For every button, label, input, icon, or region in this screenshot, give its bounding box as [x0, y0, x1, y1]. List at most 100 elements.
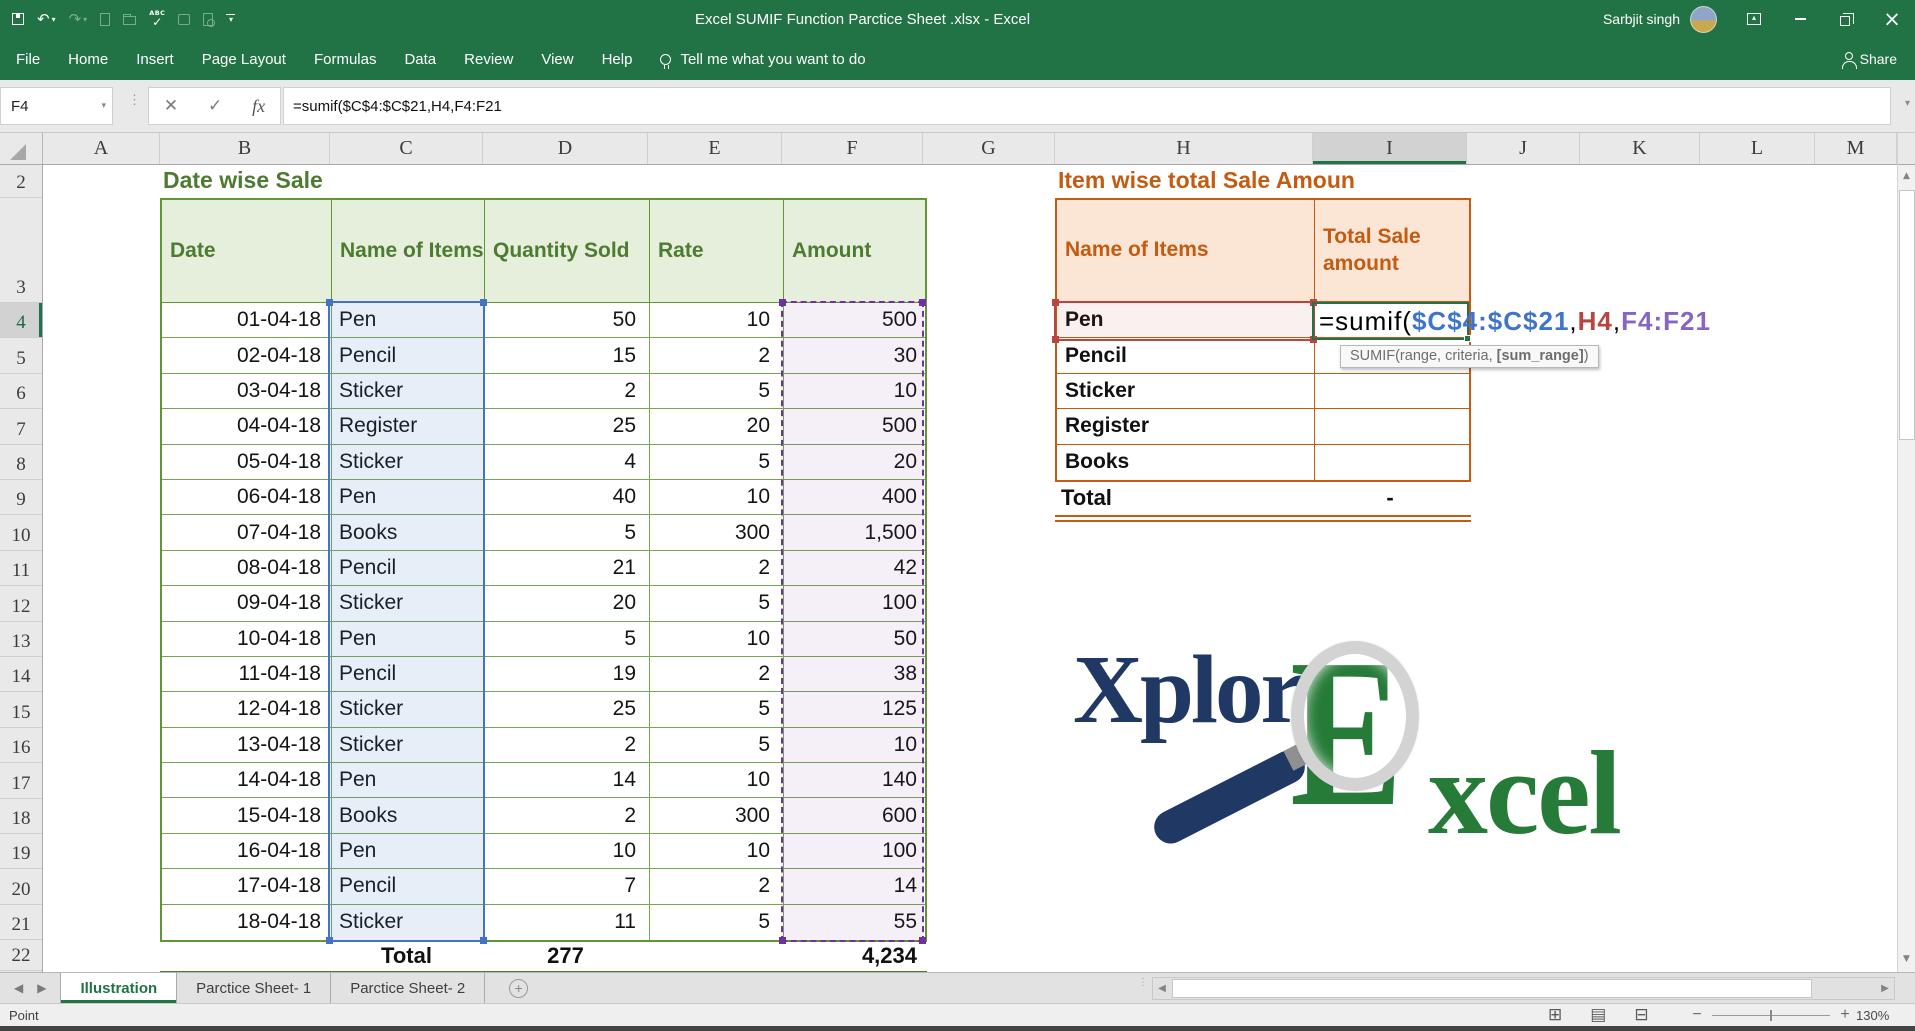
sales-cell[interactable]: 10: [650, 834, 784, 869]
sheet-canvas[interactable]: Date wise Sale Item wise total Sale Amou…: [43, 165, 1897, 972]
normal-view-icon[interactable]: ⊞: [1548, 1005, 1562, 1025]
sales-cell[interactable]: 09-04-18: [162, 586, 332, 621]
column-header-H[interactable]: H: [1055, 133, 1313, 164]
sales-cell[interactable]: 19: [485, 657, 650, 692]
zoom-out-icon[interactable]: −: [1690, 1006, 1704, 1024]
ribbon-tab-view[interactable]: View: [527, 38, 587, 80]
sales-cell[interactable]: 25: [485, 692, 650, 727]
sales-cell[interactable]: 5: [485, 515, 650, 550]
sales-cell[interactable]: 50: [485, 303, 650, 338]
open-folder-icon[interactable]: [123, 8, 136, 30]
print-preview-icon[interactable]: [203, 8, 213, 30]
formula-input[interactable]: =sumif($C$4:$C$21,H4,F4:F21: [283, 87, 1891, 125]
sales-cell[interactable]: 04-04-18: [162, 409, 332, 444]
page-layout-view-icon[interactable]: ▤: [1590, 1005, 1606, 1025]
sales-cell[interactable]: 5: [650, 374, 784, 409]
active-cell-i4[interactable]: =sumif($C$4:$C$21,H4,F4:F21: [1312, 302, 1469, 340]
scroll-right-icon[interactable]: ▶: [1876, 983, 1894, 994]
sales-cell[interactable]: 300: [650, 798, 784, 833]
sales-cell[interactable]: 5: [650, 692, 784, 727]
row-header-13[interactable]: 13: [0, 622, 42, 657]
ribbon-tab-formulas[interactable]: Formulas: [300, 38, 391, 80]
name-box[interactable]: F4 ▾: [0, 87, 113, 125]
scroll-down-icon[interactable]: ▼: [1898, 948, 1915, 970]
sales-cell[interactable]: 20: [650, 409, 784, 444]
sheet-tab-parctice-sheet-1[interactable]: Parctice Sheet- 1: [177, 973, 331, 1003]
sales-cell[interactable]: 2: [650, 338, 784, 373]
row-header-12[interactable]: 12: [0, 586, 42, 621]
sales-cell[interactable]: 02-04-18: [162, 338, 332, 373]
sales-cell[interactable]: 25: [485, 409, 650, 444]
sales-cell[interactable]: 2: [650, 551, 784, 586]
sales-cell[interactable]: 21: [485, 551, 650, 586]
sales-cell[interactable]: 15: [485, 338, 650, 373]
column-header-L[interactable]: L: [1700, 133, 1815, 164]
row-header-22[interactable]: 22: [0, 940, 42, 971]
item-name-cell[interactable]: Register: [1057, 409, 1315, 444]
row-header-15[interactable]: 15: [0, 692, 42, 727]
zoom-level[interactable]: 130%: [1856, 1008, 1889, 1023]
sales-cell[interactable]: 5: [650, 445, 784, 480]
row-header-16[interactable]: 16: [0, 728, 42, 763]
sales-cell[interactable]: 15-04-18: [162, 798, 332, 833]
page-break-view-icon[interactable]: ⊟: [1634, 1005, 1648, 1025]
spelling-check-icon[interactable]: ABC✓: [149, 8, 165, 30]
column-header-G[interactable]: G: [923, 133, 1055, 164]
share-button[interactable]: Share: [1845, 38, 1897, 80]
row-header-14[interactable]: 14: [0, 657, 42, 692]
sales-cell[interactable]: 4: [485, 445, 650, 480]
sales-cell[interactable]: 13-04-18: [162, 728, 332, 763]
scroll-up-icon[interactable]: ▲: [1898, 165, 1915, 187]
sales-cell[interactable]: 5: [650, 905, 784, 940]
row-header-7[interactable]: 7: [0, 409, 42, 444]
sales-cell[interactable]: 12-04-18: [162, 692, 332, 727]
sales-cell[interactable]: 5: [650, 586, 784, 621]
sales-cell[interactable]: 2: [485, 728, 650, 763]
tab-scroll-splitter[interactable]: ⋮: [1138, 980, 1146, 985]
ribbon-tab-data[interactable]: Data: [390, 38, 450, 80]
user-name[interactable]: Sarbjit singh: [1603, 11, 1680, 27]
sales-cell[interactable]: 06-04-18: [162, 480, 332, 515]
next-sheet-icon[interactable]: ▶: [37, 981, 46, 995]
formula-bar-splitter[interactable]: ⋮: [128, 96, 141, 103]
sales-cell[interactable]: 10: [650, 622, 784, 657]
save-icon[interactable]: [12, 8, 24, 30]
sales-cell[interactable]: 5: [650, 728, 784, 763]
column-header-C[interactable]: C: [330, 133, 483, 164]
sales-cell[interactable]: 14-04-18: [162, 763, 332, 798]
column-header-J[interactable]: J: [1467, 133, 1580, 164]
customize-quick-access-icon[interactable]: ▾: [226, 8, 235, 30]
tell-me-box[interactable]: Tell me what you want to do: [660, 51, 865, 68]
zoom-in-icon[interactable]: +: [1838, 1006, 1852, 1024]
sales-cell[interactable]: 07-04-18: [162, 515, 332, 550]
column-header-M[interactable]: M: [1815, 133, 1897, 164]
new-document-icon[interactable]: [100, 8, 110, 30]
restore-button[interactable]: [1823, 0, 1869, 38]
sheet-tab-parctice-sheet-2[interactable]: Parctice Sheet- 2: [331, 973, 485, 1003]
row-header-20[interactable]: 20: [0, 869, 42, 904]
row-header-6[interactable]: 6: [0, 374, 42, 409]
insert-function-icon[interactable]: fx: [252, 96, 265, 117]
ribbon-tab-home[interactable]: Home: [54, 38, 122, 80]
sales-cell[interactable]: 7: [485, 869, 650, 904]
column-header-B[interactable]: B: [160, 133, 330, 164]
scroll-left-icon[interactable]: ◀: [1153, 983, 1171, 994]
sales-cell[interactable]: 01-04-18: [162, 303, 332, 338]
horizontal-scrollbar[interactable]: ◀ ▶: [1152, 977, 1895, 1000]
ribbon-tab-page-layout[interactable]: Page Layout: [188, 38, 300, 80]
sales-cell[interactable]: 17-04-18: [162, 869, 332, 904]
column-header-A[interactable]: A: [43, 133, 160, 164]
row-header-18[interactable]: 18: [0, 799, 42, 834]
column-header-E[interactable]: E: [648, 133, 782, 164]
fill-handle[interactable]: [1464, 335, 1471, 342]
sales-cell[interactable]: 20: [485, 586, 650, 621]
minimize-button[interactable]: [1777, 0, 1823, 38]
ribbon-tab-insert[interactable]: Insert: [122, 38, 188, 80]
item-name-cell[interactable]: Books: [1057, 445, 1315, 480]
item-name-cell[interactable]: Sticker: [1057, 374, 1315, 409]
item-value-cell[interactable]: [1315, 445, 1469, 480]
sales-cell[interactable]: 16-04-18: [162, 834, 332, 869]
column-header-D[interactable]: D: [483, 133, 648, 164]
close-button[interactable]: ×: [1869, 0, 1915, 38]
name-box-dropdown-icon[interactable]: ▾: [101, 101, 106, 111]
